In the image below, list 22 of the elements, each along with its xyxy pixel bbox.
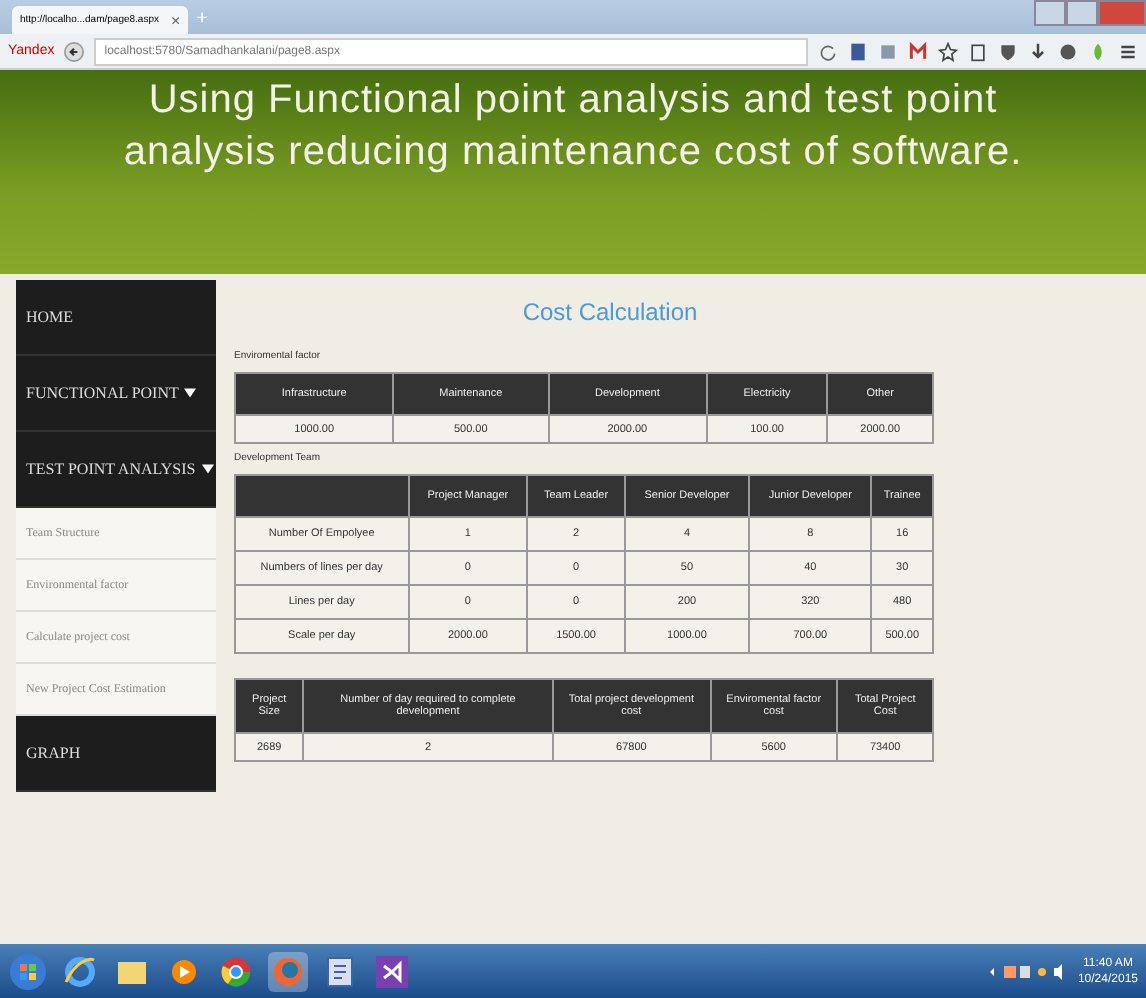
square-icon[interactable] (848, 41, 868, 61)
menu-item[interactable]: TEST POINT ANALYSIS (16, 432, 216, 508)
reload-icon[interactable] (818, 41, 838, 61)
menu-item[interactable]: GRAPH (16, 716, 216, 792)
menu-icon[interactable] (1118, 41, 1138, 61)
square-icon[interactable] (878, 41, 898, 61)
page-heading: Cost Calculation (520, 298, 700, 326)
close-tab-button[interactable]: × (171, 11, 181, 29)
circle-icon[interactable] (1058, 41, 1078, 61)
shield-icon[interactable] (998, 41, 1018, 61)
visual-studio-icon[interactable] (372, 951, 412, 991)
mail-icon[interactable] (908, 41, 928, 61)
download-icon[interactable] (1028, 41, 1048, 61)
start-button-icon[interactable] (8, 951, 48, 991)
back-icon[interactable] (64, 41, 85, 61)
tray-icons[interactable] (985, 961, 1066, 981)
menu-item[interactable]: FUNCTIONAL POINT (16, 356, 216, 432)
browser-e-icon[interactable] (60, 951, 100, 991)
site-title: Using Functional point analysis and test point analysis reducing maintenance cost of software. (121, 76, 1025, 178)
menu-item[interactable]: HOME (16, 280, 216, 356)
star-icon[interactable] (938, 41, 958, 61)
window-controls-icon[interactable] (1034, 0, 1146, 26)
